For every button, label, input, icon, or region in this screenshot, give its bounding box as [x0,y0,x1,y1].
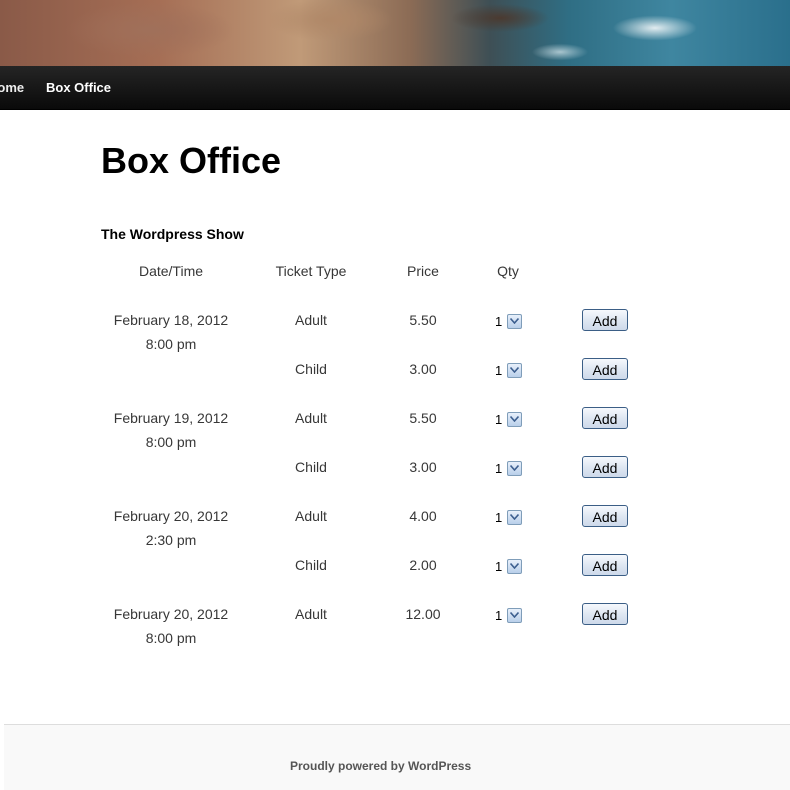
show-title: The Wordpress Show [101,226,244,242]
chevron-down-icon[interactable] [507,607,522,623]
chevron-down-icon[interactable] [507,411,522,427]
chevron-down-icon[interactable] [507,558,522,574]
column-header-price: Price [407,263,439,279]
qty-select[interactable]: 1 [495,607,522,623]
column-header-qty: Qty [497,263,519,279]
qty-value: 1 [495,607,503,623]
performance-time: 8:00 pm [145,336,197,352]
ticket-price: 12.00 [405,606,441,622]
performance-date: February 20, 2012 [113,606,229,622]
add-to-cart-button[interactable]: Add [582,358,628,380]
qty-select[interactable]: 1 [495,313,522,329]
ticket-price: 5.50 [409,410,437,426]
footer-credit[interactable]: Proudly powered by WordPress [290,759,471,773]
chevron-down-icon[interactable] [507,362,522,378]
ticket-type: Adult [295,508,327,524]
performance-time: 8:00 pm [145,630,197,646]
add-to-cart-button[interactable]: Add [582,603,628,625]
performance-time: 2:30 pm [145,532,197,548]
chevron-down-icon[interactable] [507,313,522,329]
performance-time: 8:00 pm [145,434,197,450]
chevron-down-icon[interactable] [507,509,522,525]
column-header-datetime: Date/Time [138,263,204,279]
qty-select[interactable]: 1 [495,558,522,574]
ticket-price: 2.00 [409,557,437,573]
add-to-cart-button[interactable]: Add [582,505,628,527]
performance-date: February 18, 2012 [113,312,229,328]
qty-select[interactable]: 1 [495,460,522,476]
ticket-type: Child [295,361,327,377]
performance-datetime: February 20, 2012 2:30 pm [114,504,228,552]
ticket-price: 3.00 [409,459,437,475]
performance-datetime: February 20, 2012 8:00 pm [114,602,228,650]
ticket-type: Child [295,459,327,475]
ticket-price: 5.50 [409,312,437,328]
add-to-cart-button[interactable]: Add [582,309,628,331]
add-to-cart-button[interactable]: Add [582,554,628,576]
performance-date: February 19, 2012 [113,410,229,426]
chevron-down-icon[interactable] [507,460,522,476]
qty-value: 1 [495,313,503,329]
ticket-price: 4.00 [409,508,437,524]
ticket-price: 3.00 [409,361,437,377]
qty-select[interactable]: 1 [495,411,522,427]
qty-value: 1 [495,558,503,574]
add-to-cart-button[interactable]: Add [582,407,628,429]
qty-select[interactable]: 1 [495,509,522,525]
performance-date: February 20, 2012 [113,508,229,524]
page-title: Box Office [101,140,282,181]
ticket-type: Adult [295,312,327,328]
ticket-type: Adult [295,606,327,622]
qty-value: 1 [495,509,503,525]
main-navigation: Home Box Office [0,66,790,110]
column-header-ticket-type: Ticket Type [275,263,347,279]
add-to-cart-button[interactable]: Add [582,456,628,478]
performance-datetime: February 18, 2012 8:00 pm [114,308,228,356]
footer: Proudly powered by WordPress [4,724,790,790]
qty-value: 1 [495,411,503,427]
nav-item-home[interactable]: Home [0,66,24,109]
performance-datetime: February 19, 2012 8:00 pm [114,406,228,454]
ticket-type: Child [295,557,327,573]
header-image [0,0,790,66]
nav-item-box-office[interactable]: Box Office [46,66,111,109]
qty-select[interactable]: 1 [495,362,522,378]
ticket-type: Adult [295,410,327,426]
qty-value: 1 [495,362,503,378]
qty-value: 1 [495,460,503,476]
